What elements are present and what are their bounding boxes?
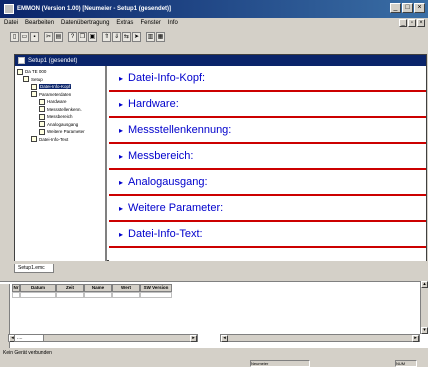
document-icon	[39, 106, 45, 113]
compare-icon[interactable]: ⇆	[122, 31, 131, 42]
window-tile-icon[interactable]: ▥	[146, 31, 155, 42]
column-header[interactable]: Wert	[112, 284, 140, 292]
send-icon[interactable]: ⇑	[102, 31, 111, 42]
tree-item-weitere-parameter[interactable]: Weitere Parameter	[15, 128, 105, 136]
document-icon	[39, 121, 45, 128]
chevron-right-icon: ▸	[119, 125, 124, 135]
document-icon	[18, 57, 25, 64]
status-panel-user: Neumeier	[250, 360, 310, 367]
document-title: Setup1 (gesendet)	[28, 57, 78, 64]
column-header[interactable]: Nr	[12, 284, 20, 292]
log-tab[interactable]: ....	[14, 334, 44, 342]
minimize-button[interactable]: _	[390, 3, 401, 13]
chevron-right-icon: ▸	[119, 177, 124, 187]
menu-extras[interactable]: Extras	[116, 20, 133, 26]
mdi-restore-button[interactable]: ▫	[408, 19, 416, 27]
document-tab[interactable]: Setup1.emc	[14, 264, 54, 273]
menu-datenuebertragung[interactable]: Datenübertragung	[61, 20, 109, 26]
help-icon[interactable]: ?	[68, 31, 77, 42]
status-bar-panels	[0, 358, 428, 367]
section-datei-info-text[interactable]: ▸ Datei-Info-Text:	[109, 222, 426, 248]
document-icon	[39, 113, 45, 120]
chevron-right-icon: ▸	[119, 73, 124, 83]
folder-icon	[31, 91, 37, 98]
document-title-bar[interactable]: Setup1 (gesendet)	[15, 55, 426, 66]
chevron-right-icon: ▸	[119, 203, 124, 213]
document-icon	[39, 128, 45, 135]
mdi-close-button[interactable]: ×	[417, 19, 425, 27]
paste-icon[interactable]: ▣	[88, 31, 97, 42]
horizontal-scrollbar-right[interactable]: ◂ ▸	[220, 334, 420, 342]
mdi-controls: _ ▫ ×	[399, 19, 425, 27]
tree-item-messbereich[interactable]: Messbereich	[15, 113, 105, 121]
menu-datei[interactable]: Datei	[4, 20, 18, 26]
folder-icon	[17, 68, 23, 75]
section-list: ▸ Datei-Info-Kopf: ▸ Hardware: ▸ Messste…	[109, 66, 426, 261]
chevron-right-icon: ▸	[119, 99, 124, 109]
document-window: Setup1 (gesendet) Da TE 000 Setup Datei-…	[14, 54, 427, 261]
window-cascade-icon[interactable]: ▦	[156, 31, 165, 42]
document-icon	[31, 136, 37, 143]
cut-icon[interactable]: ✂	[44, 31, 53, 42]
menu-info[interactable]: Info	[168, 20, 178, 26]
section-hardware[interactable]: ▸ Hardware:	[109, 92, 426, 118]
section-weitere-parameter[interactable]: ▸ Weitere Parameter:	[109, 196, 426, 222]
log-table-header: Nr Datum Zeit Name Wert SW Version	[12, 284, 172, 292]
table-row[interactable]	[12, 292, 172, 298]
tree-item-parameterdaten[interactable]: Parameterdaten	[15, 91, 105, 99]
window-title: EMMON (Version 1.00) [Neumeier - Setup1 …	[17, 6, 172, 12]
scroll-down-icon[interactable]: ▾	[421, 327, 428, 334]
chevron-right-icon: ▸	[119, 229, 124, 239]
scroll-left-icon[interactable]: ◂	[221, 335, 228, 342]
menu-bearbeiten[interactable]: Bearbeiten	[25, 20, 54, 26]
folder-icon	[23, 76, 29, 83]
tree-item-messstellenkennung[interactable]: Messstellenkenn.	[15, 106, 105, 114]
setup-tree: Da TE 000 Setup Datei-Info-Kopf Paramete…	[15, 66, 107, 261]
copy-icon[interactable]: ❐	[78, 31, 87, 42]
status-bar: Kein Gerät verbunden	[0, 348, 428, 358]
toolbar: ▯ ▭ ▪ ✂ ▤ ? ❐ ▣ ⇑ ⇓ ⇆ ➤ ▥ ▦	[0, 29, 428, 44]
column-header[interactable]: Name	[84, 284, 112, 292]
menu-bar: Datei Bearbeiten Datenübertragung Extras…	[0, 18, 428, 28]
column-header[interactable]: Zeit	[56, 284, 84, 292]
save-icon[interactable]: ▪	[30, 31, 39, 42]
menu-fenster[interactable]: Fenster	[140, 20, 160, 26]
title-bar[interactable]: EMMON (Version 1.00) [Neumeier - Setup1 …	[0, 0, 428, 18]
tree-item-analogausgang[interactable]: Analogausgang	[15, 121, 105, 129]
app-window: EMMON (Version 1.00) [Neumeier - Setup1 …	[0, 0, 428, 367]
document-icon	[31, 83, 37, 90]
column-header[interactable]: Datum	[20, 284, 56, 292]
print-icon[interactable]: ▤	[54, 31, 63, 42]
tree-item-datei-info-text[interactable]: Datei-Info-Text	[15, 136, 105, 144]
chevron-right-icon: ▸	[119, 151, 124, 161]
app-icon	[4, 4, 14, 14]
scroll-right-icon[interactable]: ▸	[190, 335, 197, 342]
section-analogausgang[interactable]: ▸ Analogausgang:	[109, 170, 426, 196]
tree-item-datei-info-kopf[interactable]: Datei-Info-Kopf	[15, 83, 105, 91]
section-messbereich[interactable]: ▸ Messbereich:	[109, 144, 426, 170]
mdi-minimize-button[interactable]: _	[399, 19, 407, 27]
window-controls: _ □ ×	[390, 3, 425, 13]
status-text: Kein Gerät verbunden	[3, 350, 52, 356]
document-icon	[39, 98, 45, 105]
scroll-right-icon[interactable]: ▸	[412, 335, 419, 342]
tree-item[interactable]: Da TE 000	[15, 68, 105, 76]
column-header[interactable]: SW Version	[140, 284, 172, 292]
new-icon[interactable]: ▯	[10, 31, 19, 42]
receive-icon[interactable]: ⇓	[112, 31, 121, 42]
vertical-scrollbar[interactable]: ▴ ▾	[420, 281, 428, 334]
close-button[interactable]: ×	[414, 3, 425, 13]
tree-item-hardware[interactable]: Hardware	[15, 98, 105, 106]
scroll-up-icon[interactable]: ▴	[421, 281, 428, 288]
status-panel-numlock: NUM	[395, 360, 417, 367]
maximize-button[interactable]: □	[402, 3, 413, 13]
section-messstellenkennung[interactable]: ▸ Messstellenkennung:	[109, 118, 426, 144]
section-datei-info-kopf[interactable]: ▸ Datei-Info-Kopf:	[109, 66, 426, 92]
tree-item[interactable]: Setup	[15, 76, 105, 84]
open-icon[interactable]: ▭	[20, 31, 29, 42]
transfer-icon[interactable]: ➤	[132, 31, 141, 42]
